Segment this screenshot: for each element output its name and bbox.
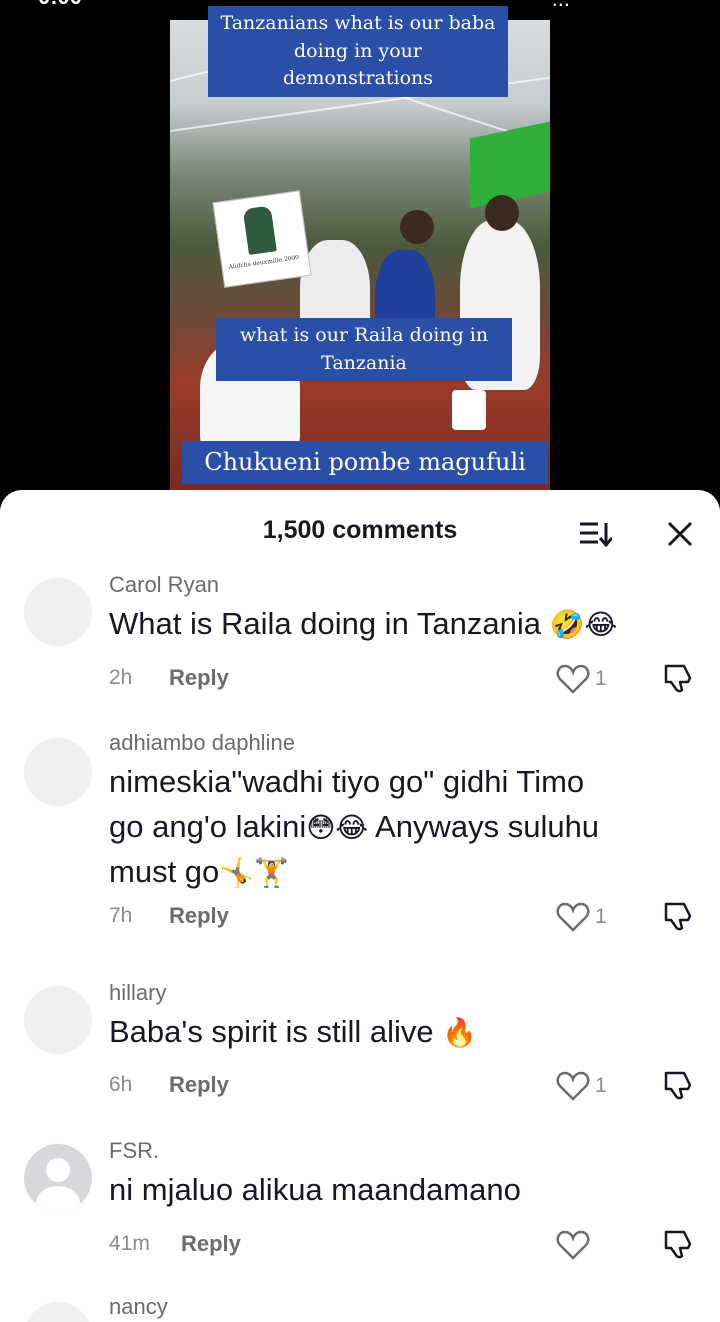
comment-text: What is Raila doing in Tanzania 🤣😂 — [109, 602, 699, 647]
caption-middle: what is our Raila doing in Tanzania — [216, 318, 512, 382]
comment-time: 7h — [109, 904, 133, 927]
video-player[interactable]: 0:00 ... Alidchs deuxmille 2000 Tanzania… — [0, 0, 720, 520]
green-flag — [470, 121, 550, 209]
avatar[interactable] — [24, 578, 92, 646]
comment-username[interactable]: Carol Ryan — [109, 572, 219, 598]
comment-text: nimeskia"wadhi tiyo go" gidhi Timo go an… — [109, 760, 699, 895]
reply-button[interactable]: Reply — [169, 665, 229, 691]
comment-text-segment: Anyways suluhu — [368, 808, 600, 844]
status-time: 0:00 — [38, 0, 82, 10]
comment-time: 6h — [109, 1073, 133, 1096]
person-head — [400, 210, 434, 244]
comment-text-segment: go ang'o lakini — [109, 808, 307, 844]
flower-pot — [452, 390, 486, 430]
default-avatar-body — [36, 1186, 80, 1212]
comment-time: 2h — [109, 666, 133, 689]
emoji: 🤣😂 — [549, 608, 618, 641]
close-icon[interactable] — [664, 518, 696, 550]
person-head — [485, 195, 519, 231]
heart-icon[interactable] — [556, 902, 590, 932]
like-count: 1 — [595, 667, 607, 690]
avatar[interactable] — [24, 1144, 92, 1212]
avatar[interactable] — [24, 986, 92, 1054]
comment-item: nancy — [0, 1290, 720, 1322]
reply-button[interactable]: Reply — [181, 1231, 241, 1257]
comment-text-line: nimeskia"wadhi tiyo go" gidhi Timo — [109, 764, 585, 799]
emoji: 🔥 — [442, 1016, 478, 1049]
comment-username[interactable]: adhiambo daphline — [109, 730, 295, 756]
sort-icon[interactable] — [578, 520, 612, 548]
emoji: 😳😂 — [306, 810, 369, 844]
comment-item: hillary Baba's spirit is still alive 🔥 6… — [0, 978, 720, 1118]
reply-button[interactable]: Reply — [169, 903, 229, 929]
dislike-icon[interactable] — [662, 1228, 694, 1260]
caption-top: Tanzanians what is our baba doing in you… — [208, 6, 508, 97]
comment-text-line: must go🤸🏋 — [109, 850, 699, 895]
comment-username[interactable]: nancy — [109, 1294, 168, 1320]
comment-item: adhiambo daphline nimeskia"wadhi tiyo go… — [0, 726, 720, 966]
comment-username[interactable]: hillary — [109, 980, 166, 1006]
avatar[interactable] — [24, 1302, 92, 1322]
comment-text-segment: must go — [109, 853, 220, 889]
like-count: 1 — [595, 905, 607, 928]
heart-icon[interactable] — [556, 664, 590, 694]
dislike-icon[interactable] — [662, 900, 694, 932]
default-avatar-head — [46, 1158, 70, 1182]
coat-icon — [242, 205, 277, 255]
comment-text-line: go ang'o lakini😳😂 Anyways suluhu — [109, 805, 699, 850]
comment-item: Carol Ryan What is Raila doing in Tanzan… — [0, 566, 720, 716]
caption-bottom: Chukueni pombe magufuli — [182, 441, 548, 484]
heart-icon[interactable] — [556, 1071, 590, 1101]
comment-username[interactable]: FSR. — [109, 1138, 159, 1164]
comments-count: 1,500 comments — [262, 516, 458, 544]
heart-icon[interactable] — [556, 1230, 590, 1260]
emoji: 🤸🏋 — [219, 855, 290, 889]
comment-item: FSR. ni mjaluo alikua maandamano 41m Rep… — [0, 1138, 720, 1278]
comment-text: Baba's spirit is still alive 🔥 — [109, 1010, 699, 1055]
poster-text: Alidchs deuxmille 2000 — [228, 254, 300, 271]
comments-sheet: 1,500 comments Carol Ryan What is Raila … — [0, 490, 720, 1322]
comments-header: 1,500 comments — [0, 490, 720, 570]
like-count: 1 — [595, 1074, 607, 1097]
poster: Alidchs deuxmille 2000 — [212, 190, 312, 288]
comment-text: ni mjaluo alikua maandamano — [109, 1172, 521, 1207]
dislike-icon[interactable] — [662, 1069, 694, 1101]
reply-button[interactable]: Reply — [169, 1072, 229, 1098]
comment-text-body: Baba's spirit is still alive — [109, 1014, 434, 1049]
comment-time: 41m — [109, 1232, 150, 1255]
signal-icon: ... — [552, 0, 570, 12]
comment-text-body: What is Raila doing in Tanzania — [109, 606, 541, 641]
avatar[interactable] — [24, 738, 92, 806]
dislike-icon[interactable] — [662, 662, 694, 694]
